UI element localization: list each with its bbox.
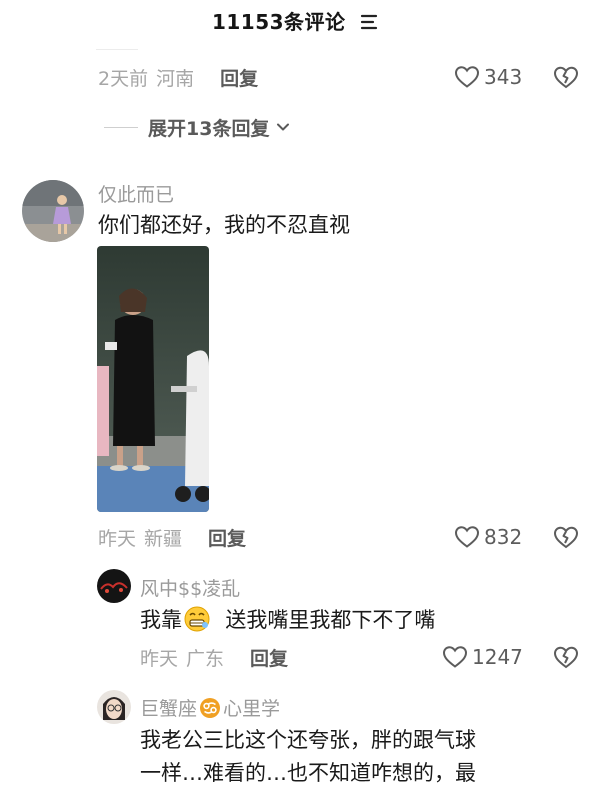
reply-time: 昨天: [140, 647, 179, 670]
grimace-emoji-icon: [184, 606, 210, 632]
avatar[interactable]: [22, 180, 84, 242]
comment-photo[interactable]: [97, 246, 209, 512]
broken-heart-icon: [553, 66, 579, 89]
dislike-button[interactable]: [553, 524, 579, 550]
comment-text: 你们都还好，我的不忍直视: [98, 213, 350, 237]
divider: [104, 126, 138, 128]
avatar[interactable]: [97, 569, 131, 603]
like-count: 343: [484, 65, 523, 89]
reply-button[interactable]: 回复: [220, 64, 258, 91]
like-button[interactable]: 343: [454, 62, 522, 92]
dislike-button[interactable]: [553, 64, 579, 90]
comment-footer: 2天前 河南 回复: [98, 62, 258, 92]
reply-text-line: 我老公三比这个还夸张，胖的跟气球: [140, 728, 476, 752]
comments-count-title: 11153条评论: [0, 6, 591, 35]
reply-text: 我靠 送我嘴里我都下不了嘴: [140, 605, 435, 636]
comments-header: 11153条评论: [0, 0, 591, 40]
broken-heart-icon: [553, 646, 579, 669]
reply-username[interactable]: 风中$$凌乱: [140, 574, 240, 601]
reply-username[interactable]: 巨蟹座 心里学: [140, 694, 280, 721]
reply-footer: 昨天 广东 回复: [140, 642, 288, 672]
heart-icon: [454, 66, 480, 88]
avatar[interactable]: [97, 690, 131, 724]
reply-text-part: 我靠: [140, 608, 182, 632]
reply-button[interactable]: 回复: [250, 644, 288, 671]
like-count: 1247: [472, 645, 523, 669]
comment-time: 2天前: [98, 67, 149, 90]
comment-location: 河南: [156, 67, 195, 90]
sort-lines-icon[interactable]: [359, 10, 379, 34]
reply-username-part: 心里学: [223, 698, 281, 720]
chevron-down-icon: [277, 123, 290, 131]
heart-icon: [454, 526, 480, 548]
heart-icon: [442, 646, 468, 668]
reply-text-line: 一样…难看的…也不知道咋想的，最: [140, 761, 476, 785]
divider: [96, 49, 138, 50]
reply-button[interactable]: 回复: [208, 524, 246, 551]
comment-username[interactable]: 仅此而已: [98, 180, 174, 207]
expand-replies-button[interactable]: 展开13条回复: [104, 113, 291, 141]
like-button[interactable]: 1247: [442, 642, 523, 672]
comment-count-label: 11153条评论: [211, 10, 346, 34]
cancer-zodiac-icon: [200, 698, 221, 718]
like-button[interactable]: 832: [454, 522, 522, 552]
comment-location: 新疆: [144, 527, 183, 550]
dislike-button[interactable]: [553, 644, 579, 670]
comment-footer: 昨天 新疆 回复: [98, 522, 246, 552]
reply-text-part: 送我嘴里我都下不了嘴: [225, 608, 436, 632]
reply-location: 广东: [186, 647, 225, 670]
like-count: 832: [484, 525, 523, 549]
expand-replies-label: 展开13条回复: [148, 117, 270, 140]
broken-heart-icon: [553, 526, 579, 549]
comment-time: 昨天: [98, 527, 137, 550]
reply-username-part: 巨蟹座: [140, 698, 198, 720]
